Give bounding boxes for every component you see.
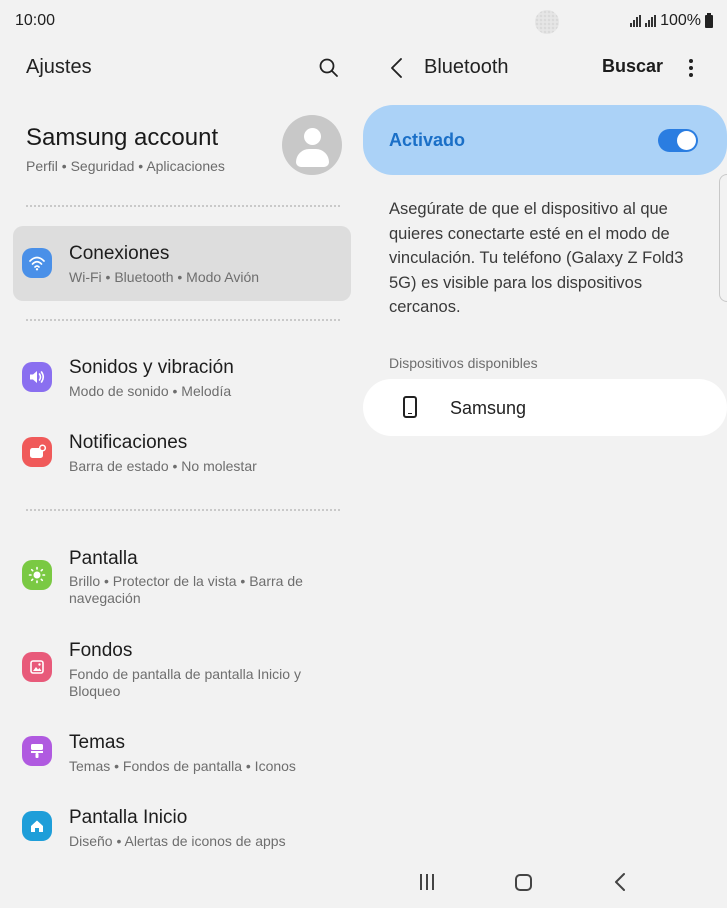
item-subtitle: Brillo • Protector de la vista • Barra d… <box>69 573 303 606</box>
status-time: 10:00 <box>15 12 56 29</box>
bluetooth-toggle[interactable] <box>658 129 698 152</box>
item-subtitle: Temas • Fondos de pantalla • Iconos <box>69 758 296 774</box>
back-button[interactable] <box>613 872 627 892</box>
item-title: Temas <box>69 732 125 753</box>
item-subtitle: Barra de estado • No molestar <box>69 458 257 474</box>
settings-item-themes[interactable]: Temas Temas • Fondos de pantalla • Icono… <box>13 720 351 790</box>
settings-item-display[interactable]: Pantalla Brillo • Protector de la vista … <box>13 530 351 612</box>
recents-button[interactable] <box>420 874 434 890</box>
item-subtitle: Fondo de pantalla de pantalla Inicio y B… <box>69 666 301 699</box>
account-subtitle: Perfil • Seguridad • Aplicaciones <box>26 158 225 174</box>
settings-item-sounds[interactable]: Sonidos y vibración Modo de sonido • Mel… <box>13 341 351 411</box>
more-options-icon[interactable] <box>683 56 699 80</box>
signal-icon <box>630 15 642 27</box>
settings-pane: Ajustes Samsung account Perfil • Segurid… <box>0 44 363 864</box>
divider <box>26 509 340 511</box>
page-title: Bluetooth <box>424 56 509 78</box>
wifi-icon <box>22 248 52 278</box>
item-subtitle: Modo de sonido • Melodía <box>69 383 232 399</box>
device-item[interactable]: Samsung <box>363 379 727 436</box>
volume-icon <box>22 362 52 392</box>
item-title: Pantalla Inicio <box>69 807 188 828</box>
home-button[interactable] <box>515 874 532 891</box>
battery-icon <box>705 12 713 28</box>
scan-button[interactable]: Buscar <box>602 56 663 77</box>
settings-title: Ajustes <box>26 56 92 78</box>
avatar[interactable] <box>282 115 342 175</box>
search-icon[interactable] <box>317 56 341 80</box>
item-title: Fondos <box>69 640 133 661</box>
section-label: Dispositivos disponibles <box>389 355 538 371</box>
item-title: Conexiones <box>69 243 170 264</box>
item-title: Pantalla <box>69 548 138 569</box>
brightness-icon <box>22 560 52 590</box>
scroll-indicator <box>719 174 727 302</box>
back-icon[interactable] <box>387 56 407 80</box>
item-title: Sonidos y vibración <box>69 357 234 378</box>
divider <box>26 319 340 321</box>
settings-item-wallpapers[interactable]: Fondos Fondo de pantalla de pantalla Ini… <box>13 624 351 706</box>
samsung-account[interactable]: Samsung account Perfil • Seguridad • Apl… <box>26 124 225 174</box>
item-subtitle: Diseño • Alertas de iconos de apps <box>69 833 286 849</box>
item-title: Notificaciones <box>69 432 188 453</box>
battery-percent: 100% <box>660 12 701 29</box>
notification-icon <box>22 437 52 467</box>
wallpaper-icon <box>22 652 52 682</box>
device-name: Samsung <box>450 398 527 418</box>
item-subtitle: Wi-Fi • Bluetooth • Modo Avión <box>69 269 260 285</box>
camera-cutout <box>535 10 559 34</box>
navigation-bar <box>363 864 727 904</box>
settings-item-notifications[interactable]: Notificaciones Barra de estado • No mole… <box>13 416 351 486</box>
divider <box>26 205 340 207</box>
bluetooth-pane: Bluetooth Buscar Activado Asegúrate de q… <box>363 44 727 864</box>
signal-icon <box>645 15 657 27</box>
toggle-label: Activado <box>389 130 466 150</box>
phone-icon <box>403 396 417 418</box>
settings-item-connections[interactable]: Conexiones Wi-Fi • Bluetooth • Modo Avió… <box>13 226 351 301</box>
status-bar: 10:00 100% <box>0 0 727 44</box>
home-screen-icon <box>22 811 52 841</box>
status-indicators: 100% <box>630 12 713 30</box>
info-text: Asegúrate de que el dispositivo al que q… <box>389 200 684 317</box>
themes-icon <box>22 736 52 766</box>
account-name: Samsung account <box>26 124 219 151</box>
bluetooth-toggle-card[interactable]: Activado <box>363 105 727 175</box>
settings-item-home-screen[interactable]: Pantalla Inicio Diseño • Alertas de icon… <box>13 795 351 865</box>
